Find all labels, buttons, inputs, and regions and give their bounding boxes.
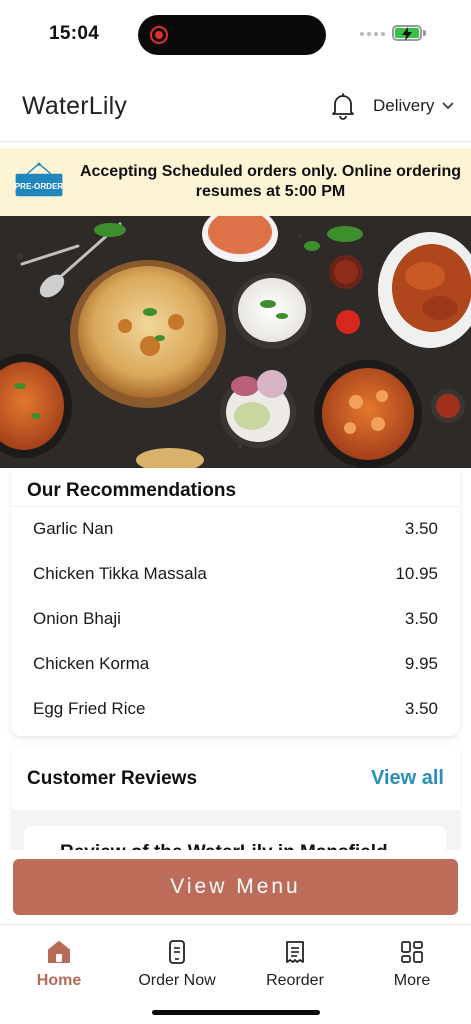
recommendations-card: Our Recommendations Garlic Nan 3.50 Chic… bbox=[11, 468, 460, 736]
item-price: 9.95 bbox=[404, 653, 438, 673]
grid-icon bbox=[401, 941, 423, 963]
bell-icon[interactable] bbox=[330, 92, 356, 120]
status-time: 15:04 bbox=[49, 23, 100, 44]
recommendation-item[interactable]: Garlic Nan 3.50 bbox=[11, 507, 460, 552]
banner-message: Accepting Scheduled orders only. Online … bbox=[79, 163, 462, 200]
tab-order-now-label: Order Now bbox=[138, 972, 216, 989]
tab-home[interactable]: Home bbox=[0, 939, 118, 990]
recommendation-item[interactable]: Onion Bhaji 3.50 bbox=[11, 597, 460, 642]
tab-more[interactable]: More bbox=[353, 939, 471, 990]
tab-reorder[interactable]: Reorder bbox=[236, 939, 354, 990]
hero-food-image bbox=[0, 216, 471, 468]
app-title: WaterLily bbox=[22, 92, 128, 120]
dynamic-island bbox=[138, 15, 326, 55]
tab-order-now[interactable]: Order Now bbox=[118, 939, 236, 990]
preorder-sign-icon: PRE-ORDER bbox=[15, 162, 64, 197]
signal-icon bbox=[360, 32, 385, 36]
chevron-down-icon bbox=[442, 102, 454, 110]
home-icon bbox=[48, 941, 70, 963]
order-icon bbox=[169, 940, 185, 964]
delivery-label: Delivery bbox=[373, 96, 435, 115]
item-name: Garlic Nan bbox=[33, 519, 114, 539]
item-price: 10.95 bbox=[395, 564, 438, 584]
preorder-banner: PRE-ORDER Accepting Scheduled orders onl… bbox=[0, 148, 471, 216]
delivery-selector[interactable]: Delivery bbox=[373, 96, 454, 116]
tab-home-label: Home bbox=[36, 972, 82, 989]
recommendation-item[interactable]: Chicken Tikka Massala 10.95 bbox=[11, 552, 460, 597]
view-all-link[interactable]: View all bbox=[371, 767, 444, 790]
recommendations-title: Our Recommendations bbox=[27, 480, 237, 501]
item-price: 3.50 bbox=[404, 519, 438, 539]
reviews-title: Customer Reviews bbox=[27, 768, 198, 789]
item-name: Chicken Tikka Massala bbox=[33, 564, 207, 584]
home-indicator bbox=[152, 1010, 320, 1015]
item-name: Chicken Korma bbox=[33, 653, 150, 673]
item-price: 3.50 bbox=[404, 698, 438, 718]
bottom-tab-bar: Home Order Now Reorder More bbox=[0, 924, 471, 1024]
receipt-icon bbox=[286, 941, 304, 963]
recommendation-item[interactable]: Egg Fried Rice 3.50 bbox=[11, 686, 460, 731]
item-name: Onion Bhaji bbox=[33, 608, 121, 628]
customer-reviews-card: Customer Reviews View all Review of the … bbox=[11, 746, 460, 866]
tab-more-label: More bbox=[393, 972, 431, 989]
app-header: WaterLily Delivery bbox=[0, 70, 471, 142]
item-price: 3.50 bbox=[404, 608, 438, 628]
item-name: Egg Fried Rice bbox=[33, 698, 146, 718]
recording-indicator-icon bbox=[150, 26, 168, 44]
battery-icon bbox=[392, 25, 422, 41]
recommendation-item[interactable]: Chicken Korma 9.95 bbox=[11, 641, 460, 686]
view-menu-button[interactable]: View Menu bbox=[13, 859, 458, 915]
tab-reorder-label: Reorder bbox=[266, 972, 324, 989]
status-bar: 15:04 bbox=[0, 0, 471, 68]
recommendations-list: Garlic Nan 3.50 Chicken Tikka Massala 10… bbox=[11, 506, 460, 731]
preorder-badge-text: PRE-ORDER bbox=[15, 182, 64, 191]
